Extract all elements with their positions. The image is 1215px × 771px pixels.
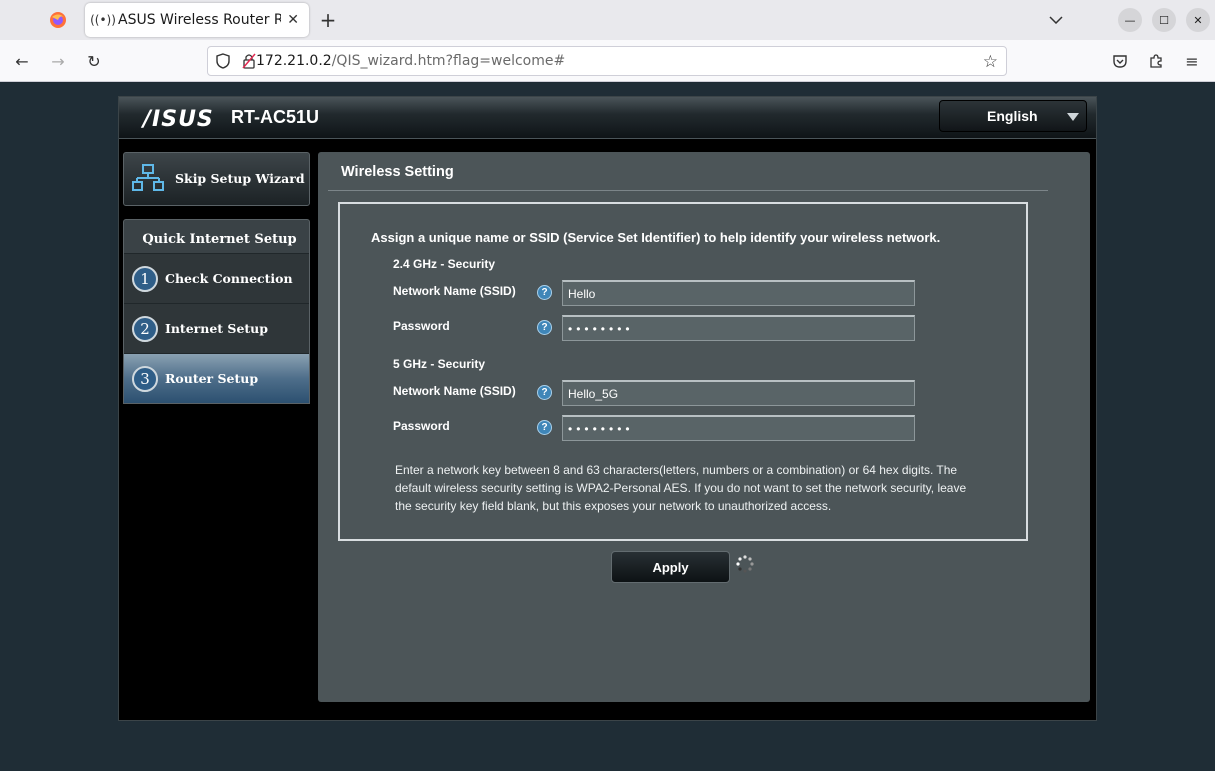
new-tab-icon[interactable]: + [316,8,340,32]
help-icon[interactable]: ? [537,385,552,400]
firefox-icon[interactable] [42,8,74,32]
apply-button[interactable]: Apply [611,551,730,583]
password-24-input[interactable]: •••••••• [562,315,915,341]
language-select[interactable]: English [939,100,1087,132]
intro-text: Assign a unique name or SSID (Service Se… [371,230,941,245]
step-internet-setup[interactable]: 2 Internet Setup [124,303,309,353]
step-number: 2 [132,316,158,342]
asus-logo: /ISUS [143,107,214,132]
dropdown-caret-icon [1067,113,1079,121]
quick-internet-setup-panel: Quick Internet Setup 1 Check Connection … [123,219,310,404]
shield-icon[interactable] [216,53,230,73]
model-name: RT-AC51U [231,107,320,127]
wireless-setting-panel: Wireless Setting Assign a unique name or… [318,152,1090,702]
reload-icon[interactable]: ↻ [82,49,106,73]
security-note: Enter a network key between 8 and 63 cha… [395,463,967,513]
router-header: /ISUS RT-AC51U English [119,97,1096,139]
forward-arrow-icon[interactable]: → [46,49,70,73]
menu-hamburger-icon[interactable]: ≡ [1180,49,1204,73]
language-value: English [987,108,1038,124]
step-label: Router Setup [165,371,259,386]
tab-close-icon[interactable]: ✕ [287,12,299,28]
ssid-24-input[interactable]: Hello [562,280,915,306]
skip-setup-wizard-button[interactable]: Skip Setup Wizard [123,152,310,206]
page-title: Wireless Setting [341,164,454,180]
router-frame: /ISUS RT-AC51U English Skip Setup Wizard… [118,96,1097,721]
minimize-icon[interactable]: — [1118,8,1142,32]
network-topology-icon [132,164,164,192]
ssid-5-label: Network Name (SSID) [393,384,516,398]
step-label: Internet Setup [165,321,268,336]
pocket-icon[interactable] [1108,49,1132,73]
browser-nav-bar: ← → ↻ 172.21.0.2/QIS_wizard.htm?flag=wel… [0,40,1215,82]
wireless-form-box: Assign a unique name or SSID (Service Se… [338,202,1028,541]
section-5ghz-title: 5 GHz - Security [393,357,486,371]
help-icon[interactable]: ? [537,285,552,300]
password-5-label: Password [393,419,450,433]
window-close-icon[interactable]: ✕ [1186,8,1210,32]
bookmark-star-icon[interactable]: ☆ [983,52,998,72]
page-background: /ISUS RT-AC51U English Skip Setup Wizard… [0,83,1215,771]
insecure-lock-icon[interactable] [242,53,256,73]
ssid-5-input[interactable]: Hello_5G [562,380,915,406]
wifi-broadcast-icon: ((•)) [90,13,116,27]
url-text: 172.21.0.2/QIS_wizard.htm?flag=welcome# [256,53,566,69]
help-icon[interactable]: ? [537,320,552,335]
step-router-setup[interactable]: 3 Router Setup [124,353,309,403]
step-check-connection[interactable]: 1 Check Connection [124,253,309,303]
step-number: 3 [132,366,158,392]
title-divider [328,190,1048,191]
header-divider [119,138,1096,139]
back-arrow-icon[interactable]: ← [10,49,34,73]
password-5-input[interactable]: •••••••• [562,415,915,441]
tab-title: ASUS Wireless Router RT [118,12,282,28]
skip-setup-wizard-label: Skip Setup Wizard [175,171,305,186]
chevron-down-icon[interactable] [1044,8,1068,32]
section-24ghz-title: 2.4 GHz - Security [393,257,496,271]
ssid-24-label: Network Name (SSID) [393,284,516,298]
qis-title: Quick Internet Setup [142,232,297,247]
maximize-icon[interactable]: ☐ [1152,8,1176,32]
step-number: 1 [132,266,158,292]
help-icon[interactable]: ? [537,420,552,435]
extensions-icon[interactable] [1144,49,1168,73]
step-label: Check Connection [165,271,293,286]
url-bar[interactable]: 172.21.0.2/QIS_wizard.htm?flag=welcome# … [207,46,1007,76]
browser-tab-active[interactable]: ((•)) ASUS Wireless Router RT ✕ [85,3,309,37]
password-24-label: Password [393,319,450,333]
loading-spinner-icon [735,554,755,574]
browser-tab-bar: ((•)) ASUS Wireless Router RT ✕ + — ☐ ✕ [0,0,1215,40]
